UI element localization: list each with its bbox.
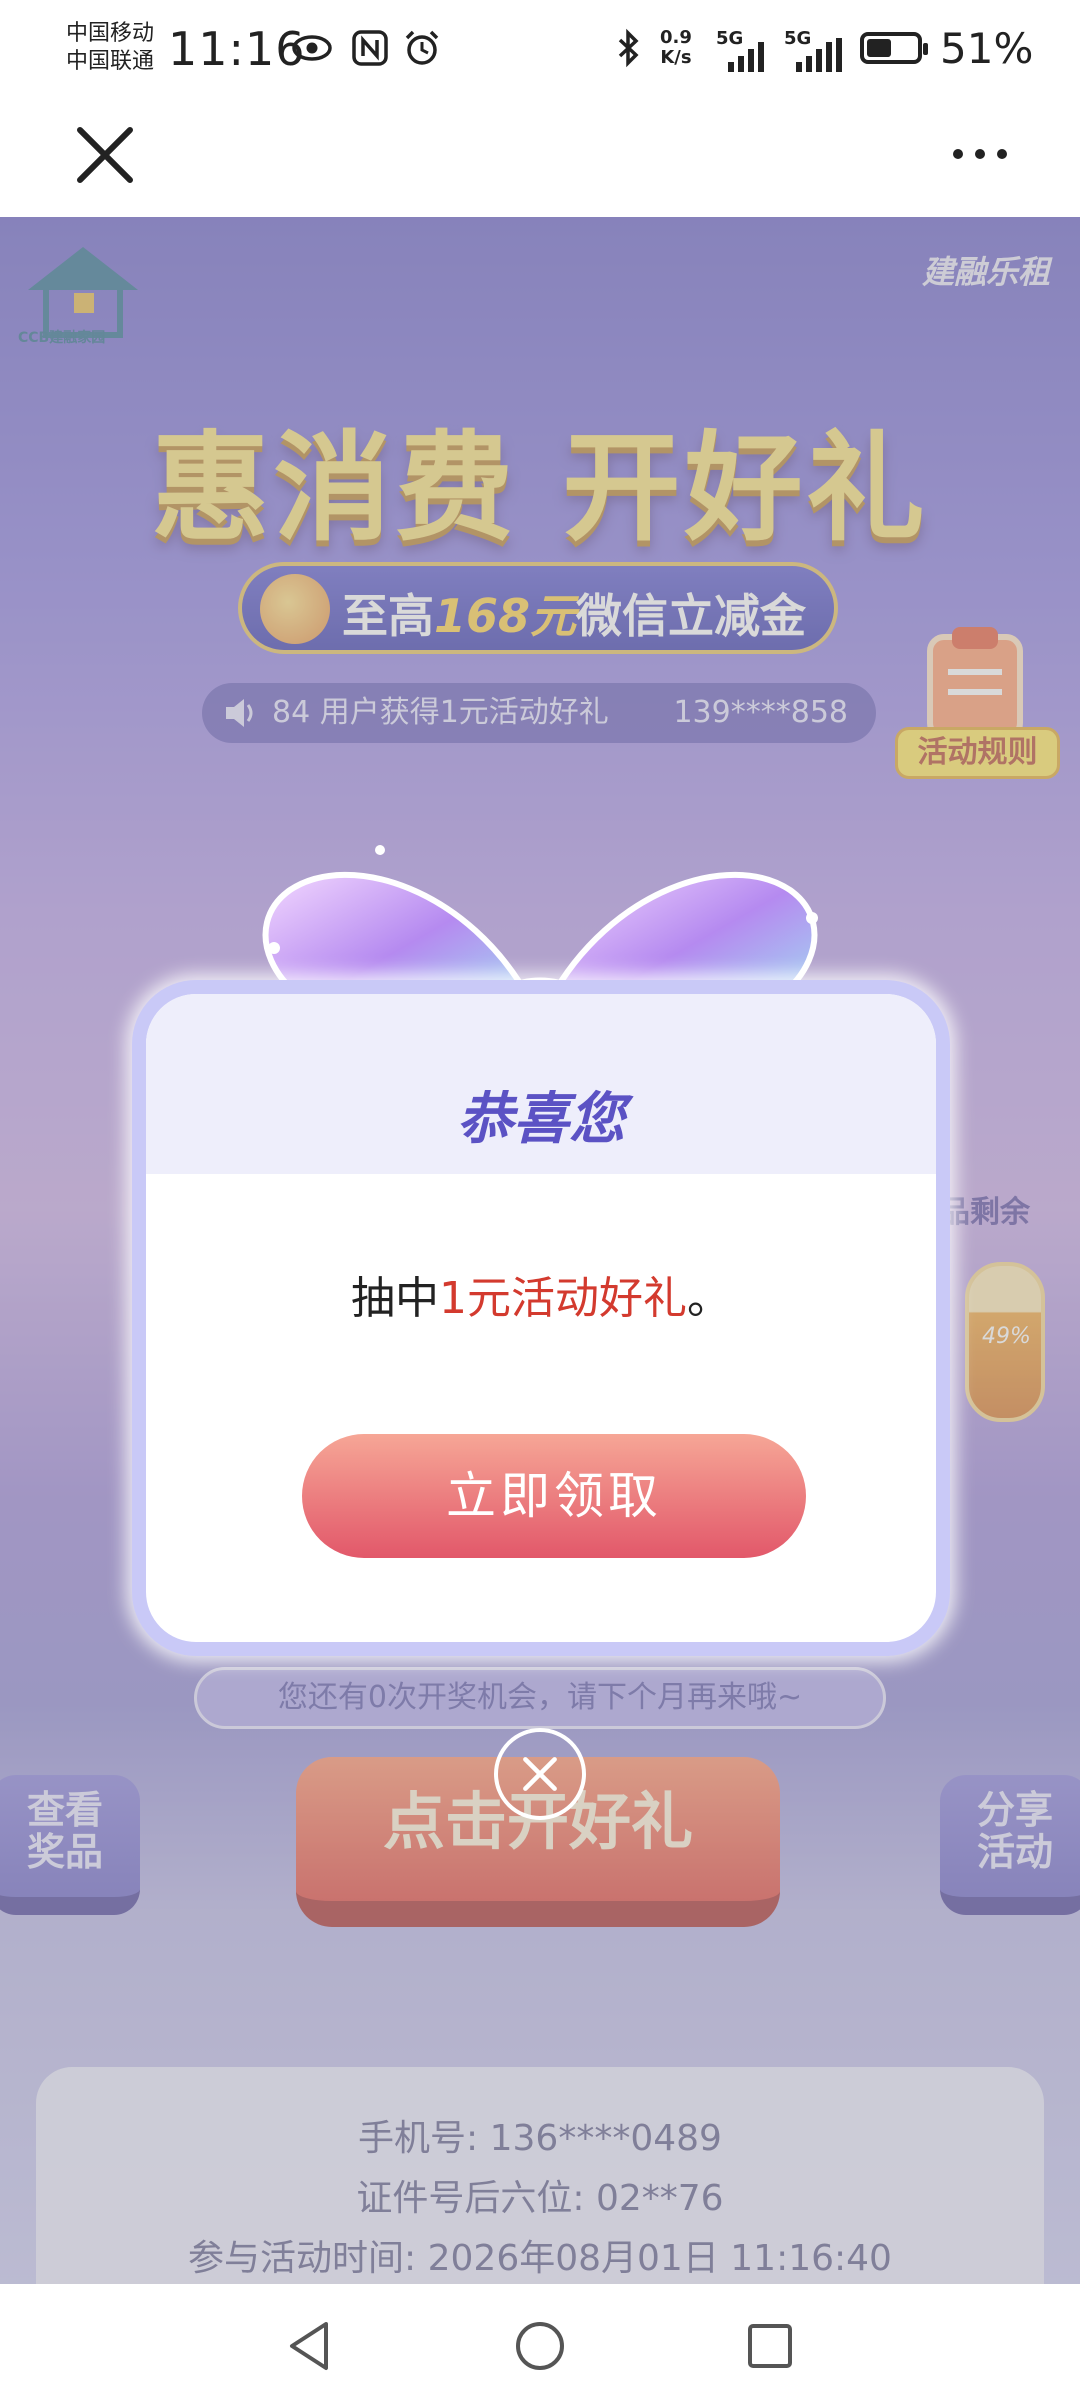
net-speed-value: 0.9	[660, 27, 692, 48]
battery-percent: 51%	[940, 24, 1034, 73]
battery-fill	[867, 39, 891, 57]
home-circle-icon[interactable]	[512, 2318, 568, 2374]
eye-icon	[292, 35, 332, 61]
back-triangle-icon[interactable]	[282, 2318, 338, 2374]
battery-icon	[860, 32, 928, 64]
message-prefix: 抽中	[351, 1273, 439, 1324]
signal-icon-sim2	[796, 38, 842, 72]
prize-dialog: 恭喜您 抽中1元活动好礼。 立即领取	[132, 980, 950, 1656]
close-circle-icon[interactable]	[494, 1728, 586, 1820]
recent-square-icon[interactable]	[742, 2318, 798, 2374]
message-suffix: 。	[687, 1273, 731, 1324]
net-speed-unit: K/s	[660, 47, 692, 68]
dialog-title: 恭喜您	[457, 1087, 625, 1152]
dialog-message: 抽中1元活动好礼。	[146, 1262, 936, 1326]
system-nav-bar	[0, 2284, 1080, 2400]
claim-now-button[interactable]: 立即领取	[302, 1434, 806, 1558]
prize-name: 1元活动好礼	[439, 1273, 687, 1324]
carrier-2: 中国联通	[66, 49, 155, 74]
nfc-icon	[352, 30, 388, 66]
carrier-1: 中国移动	[66, 21, 155, 46]
carrier-names: 中国移动 中国联通	[66, 20, 154, 76]
webview-title-bar	[0, 100, 1080, 217]
more-dots-icon[interactable]	[950, 144, 1010, 164]
signal-icon-sim1	[728, 42, 764, 72]
bluetooth-icon	[618, 28, 639, 68]
clock: 11:16	[168, 22, 306, 76]
status-bar: 中国移动 中国联通 11:16 0.9 K/s 5G 5G 51%	[0, 0, 1080, 100]
net-speed: 0.9 K/s	[660, 28, 692, 68]
alarm-icon	[405, 30, 439, 65]
close-icon[interactable]	[72, 122, 138, 188]
